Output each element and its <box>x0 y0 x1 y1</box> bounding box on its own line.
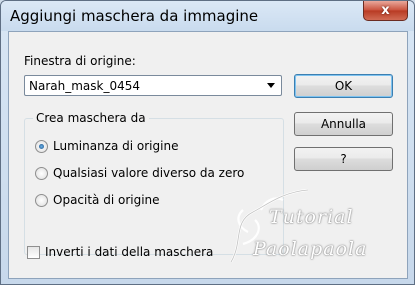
radio-label: Qualsiasi valore diverso da zero <box>53 166 245 180</box>
radio-source-opacity[interactable]: Opacità di origine <box>35 193 160 207</box>
radio-button[interactable] <box>35 166 48 180</box>
ok-button[interactable]: OK <box>294 74 393 98</box>
mask-source-group: Crea maschera da Luminanza di origine Qu… <box>24 111 284 255</box>
invert-mask-label: Inverti i dati della maschera <box>45 245 214 259</box>
dialog-body: Finestra di origine: Narah_mask_0454 OK … <box>8 31 408 279</box>
radio-label: Opacità di origine <box>53 193 160 207</box>
source-window-value: Narah_mask_0454 <box>29 79 141 93</box>
radio-button-checked[interactable] <box>35 139 48 153</box>
radio-button[interactable] <box>35 193 48 207</box>
help-button[interactable]: ? <box>294 147 393 171</box>
help-button-label: ? <box>340 152 347 166</box>
title-bar[interactable]: Aggiungi maschera da immagine x <box>1 1 414 31</box>
chevron-down-icon[interactable] <box>263 77 279 94</box>
mask-source-group-label: Crea maschera da <box>33 111 149 125</box>
source-window-dropdown[interactable]: Narah_mask_0454 <box>24 75 282 96</box>
invert-mask-checkbox-row[interactable]: Inverti i dati della maschera <box>27 245 213 259</box>
ok-button-label: OK <box>334 79 353 93</box>
radio-label: Luminanza di origine <box>53 139 179 153</box>
close-icon: x <box>381 3 390 18</box>
window-title: Aggiungi maschera da immagine <box>10 7 259 25</box>
dialog-window: Aggiungi maschera da immagine x Finestra… <box>0 0 415 285</box>
radio-any-nonzero[interactable]: Qualsiasi valore diverso da zero <box>35 166 244 180</box>
close-button[interactable]: x <box>363 1 408 21</box>
invert-mask-checkbox[interactable] <box>27 245 40 259</box>
cancel-button-label: Annulla <box>320 117 367 131</box>
radio-source-luminance[interactable]: Luminanza di origine <box>35 139 178 153</box>
source-window-label: Finestra di origine: <box>24 54 136 68</box>
cancel-button[interactable]: Annulla <box>294 112 393 136</box>
